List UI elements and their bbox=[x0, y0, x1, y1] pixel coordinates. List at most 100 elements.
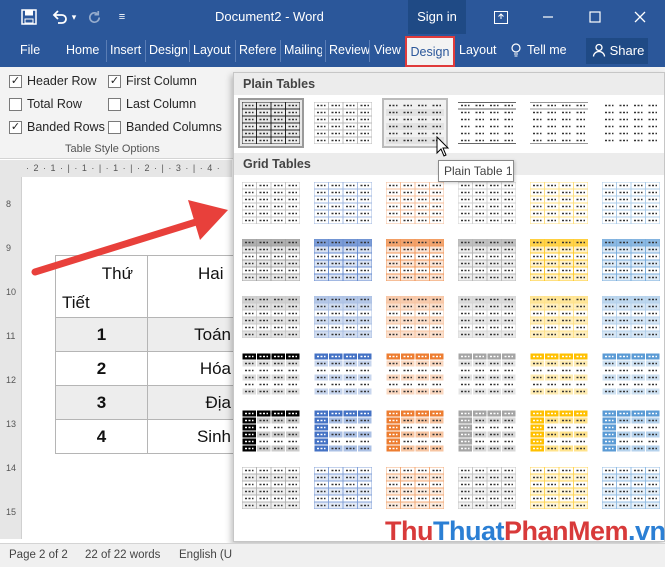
table-row[interactable]: 2 Hóa bbox=[55, 351, 238, 386]
grid-table-style-6-2[interactable] bbox=[312, 465, 374, 511]
share-button[interactable]: Share bbox=[586, 38, 648, 64]
checkbox[interactable]: ✓ bbox=[9, 120, 22, 134]
grid-table-style-2-5[interactable] bbox=[528, 237, 590, 283]
undo-dropdown-icon[interactable]: ▾ bbox=[70, 8, 78, 26]
table-cell[interactable]: 2 bbox=[55, 351, 148, 386]
grid-table-style-3-6[interactable] bbox=[600, 294, 662, 340]
tab-design[interactable]: Design bbox=[149, 43, 188, 57]
plain-table-style-2[interactable] bbox=[312, 100, 374, 146]
table-row[interactable]: 1 Toán bbox=[55, 317, 238, 352]
grid-table-style-5-3[interactable] bbox=[384, 408, 446, 454]
table-cell[interactable]: Sinh bbox=[147, 419, 238, 454]
ribbon-display-icon[interactable] bbox=[492, 8, 510, 26]
grid-table-style-2-3[interactable] bbox=[384, 237, 446, 283]
table-row[interactable]: 3 Địa bbox=[55, 385, 238, 420]
undo-icon[interactable] bbox=[50, 8, 70, 26]
plain-table-style-1[interactable] bbox=[238, 98, 304, 148]
tab-view[interactable]: View bbox=[374, 43, 401, 57]
grid-table-style-5-6[interactable] bbox=[600, 408, 662, 454]
grid-table-style-3-3[interactable] bbox=[384, 294, 446, 340]
grid-table-style-3-5[interactable] bbox=[528, 294, 590, 340]
tab-mailings[interactable]: Mailing bbox=[284, 43, 322, 57]
word-count[interactable]: 22 of 22 words bbox=[85, 549, 160, 561]
total-row-option[interactable]: Total Row bbox=[9, 97, 82, 111]
close-icon[interactable] bbox=[632, 8, 648, 26]
grid-table-style-4-6[interactable] bbox=[600, 351, 662, 397]
plain-table-style-6[interactable] bbox=[600, 100, 662, 146]
tell-me-icon[interactable] bbox=[510, 43, 522, 60]
grid-table-style-1-2[interactable] bbox=[312, 180, 374, 226]
table-cell[interactable]: Thứ Tiết bbox=[55, 255, 148, 318]
grid-table-style-5-1[interactable] bbox=[240, 408, 302, 454]
grid-table-style-2-2[interactable] bbox=[312, 237, 374, 283]
grid-table-style-6-6[interactable] bbox=[600, 465, 662, 511]
grid-table-style-4-3[interactable] bbox=[384, 351, 446, 397]
minimize-icon[interactable] bbox=[540, 8, 556, 26]
document-table[interactable]: Thứ Tiết Hai 1 Toán 2 Hóa 3 Địa 4 Sinh bbox=[55, 255, 238, 454]
banded-columns-option[interactable]: Banded Columns bbox=[108, 120, 222, 134]
tab-table-design[interactable]: Design bbox=[405, 36, 455, 67]
plain-table-style-4[interactable] bbox=[456, 100, 518, 146]
first-column-option[interactable]: ✓ First Column bbox=[108, 74, 197, 88]
page-count[interactable]: Page 2 of 2 bbox=[9, 549, 68, 561]
grid-table-style-1-3[interactable] bbox=[384, 180, 446, 226]
table-cell[interactable]: Hai bbox=[147, 255, 238, 318]
grid-table-style-2-6[interactable] bbox=[600, 237, 662, 283]
grid-table-style-5-2[interactable] bbox=[312, 408, 374, 454]
grid-table-style-6-4[interactable] bbox=[456, 465, 518, 511]
tab-table-layout[interactable]: Layout bbox=[459, 43, 497, 57]
grid-table-style-1-6[interactable] bbox=[600, 180, 662, 226]
grid-table-style-4-1[interactable] bbox=[240, 351, 302, 397]
tab-file[interactable]: File bbox=[20, 43, 40, 57]
tab-references[interactable]: Referer bbox=[239, 43, 277, 57]
grid-table-style-4-4[interactable] bbox=[456, 351, 518, 397]
table-cell[interactable]: Toán bbox=[147, 317, 238, 352]
grid-table-style-4-5[interactable] bbox=[528, 351, 590, 397]
sign-in-button[interactable]: Sign in bbox=[408, 0, 466, 34]
grid-table-style-5-4[interactable] bbox=[456, 408, 518, 454]
grid-table-style-3-1[interactable] bbox=[240, 294, 302, 340]
tab-insert[interactable]: Insert bbox=[110, 43, 141, 57]
grid-table-style-5-5[interactable] bbox=[528, 408, 590, 454]
plain-table-style-5[interactable] bbox=[528, 100, 590, 146]
save-icon[interactable] bbox=[20, 8, 38, 26]
horizontal-ruler[interactable]: · 2 · 1 · | · 1 · | · 1 · | · 2 · | · 3 … bbox=[0, 160, 232, 177]
ruler-number: 13 bbox=[6, 419, 17, 429]
banded-rows-option[interactable]: ✓ Banded Rows bbox=[9, 120, 105, 134]
customize-toolbar-icon[interactable]: ≡ bbox=[116, 8, 128, 26]
redo-icon[interactable] bbox=[86, 8, 102, 26]
language-indicator[interactable]: English (U bbox=[179, 549, 232, 561]
grid-table-style-1-1[interactable] bbox=[240, 180, 302, 226]
tab-layout[interactable]: Layout bbox=[193, 43, 231, 57]
maximize-icon[interactable] bbox=[587, 8, 603, 26]
table-cell[interactable]: 1 bbox=[55, 317, 148, 352]
table-header-row[interactable]: Thứ Tiết Hai bbox=[55, 255, 238, 318]
table-cell[interactable]: 3 bbox=[55, 385, 148, 420]
grid-table-style-6-1[interactable] bbox=[240, 465, 302, 511]
last-column-option[interactable]: Last Column bbox=[108, 97, 196, 111]
grid-table-style-6-5[interactable] bbox=[528, 465, 590, 511]
grid-table-style-3-2[interactable] bbox=[312, 294, 374, 340]
grid-table-style-2-1[interactable] bbox=[240, 237, 302, 283]
tell-me-search[interactable]: Tell me bbox=[527, 43, 567, 57]
checkbox[interactable]: ✓ bbox=[108, 74, 121, 88]
checkbox[interactable] bbox=[108, 120, 121, 134]
grid-table-style-4-2[interactable] bbox=[312, 351, 374, 397]
grid-table-style-1-4[interactable] bbox=[456, 180, 518, 226]
checkbox[interactable] bbox=[108, 97, 121, 111]
ruler-number: 14 bbox=[6, 463, 17, 473]
table-row[interactable]: 4 Sinh bbox=[55, 419, 238, 454]
tab-home[interactable]: Home bbox=[66, 43, 99, 57]
grid-table-style-1-5[interactable] bbox=[528, 180, 590, 226]
vertical-ruler[interactable]: 8 9 10 11 12 13 14 15 bbox=[0, 177, 22, 539]
grid-table-style-2-4[interactable] bbox=[456, 237, 518, 283]
checkbox[interactable] bbox=[9, 97, 22, 111]
checkbox[interactable]: ✓ bbox=[9, 74, 22, 88]
grid-table-style-3-4[interactable] bbox=[456, 294, 518, 340]
header-row-option[interactable]: ✓ Header Row bbox=[9, 74, 96, 88]
grid-table-style-6-3[interactable] bbox=[384, 465, 446, 511]
table-cell[interactable]: Hóa bbox=[147, 351, 238, 386]
table-cell[interactable]: Địa bbox=[147, 385, 238, 420]
table-cell[interactable]: 4 bbox=[55, 419, 148, 454]
tab-review[interactable]: Review bbox=[329, 43, 370, 57]
